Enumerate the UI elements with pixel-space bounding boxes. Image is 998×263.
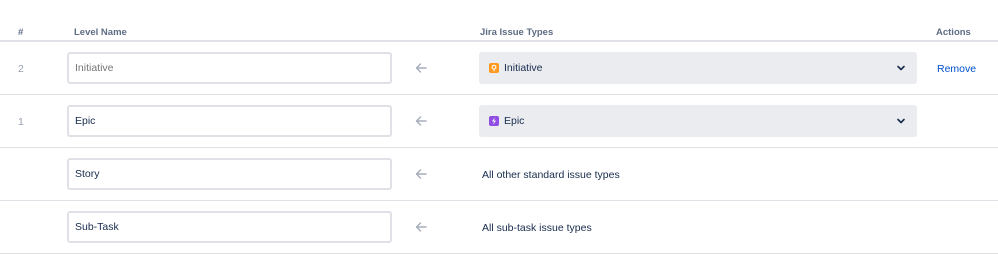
column-header-actions: Actions (936, 27, 971, 38)
table-row: All other standard issue types (0, 148, 998, 201)
table-row: 1 Epic (0, 95, 998, 148)
issue-type-label: Initiative (504, 62, 543, 74)
epic-icon (489, 116, 499, 126)
remove-button[interactable]: Remove (937, 63, 976, 75)
level-name-input[interactable] (67, 158, 392, 190)
level-number: 2 (18, 63, 24, 75)
issue-type-label: Epic (504, 115, 525, 127)
column-header-level-name: Level Name (74, 27, 127, 38)
table-row: 2 Initiative Remove (0, 42, 998, 95)
issue-types-description: All sub-task issue types (482, 222, 592, 234)
issue-type-select[interactable]: Epic (479, 105, 917, 137)
table-row: All sub-task issue types (0, 201, 998, 254)
level-name-input[interactable] (67, 52, 392, 84)
issue-hierarchy-table: # Level Name Jira Issue Types Actions 2 … (0, 0, 998, 263)
chevron-down-icon (897, 118, 905, 124)
arrow-left-icon (415, 116, 427, 126)
level-name-input[interactable] (67, 105, 392, 137)
column-header-number: # (18, 27, 24, 38)
arrow-left-icon (415, 222, 427, 232)
table-header: # Level Name Jira Issue Types Actions (0, 0, 998, 42)
arrow-left-icon (415, 63, 427, 73)
initiative-icon (489, 63, 499, 73)
chevron-down-icon (897, 65, 905, 71)
arrow-left-icon (415, 169, 427, 179)
issue-types-description: All other standard issue types (482, 169, 620, 181)
issue-type-select[interactable]: Initiative (479, 52, 917, 84)
level-number: 1 (18, 116, 24, 128)
column-header-jira-issue-types: Jira Issue Types (480, 27, 554, 38)
level-name-input[interactable] (67, 211, 392, 243)
